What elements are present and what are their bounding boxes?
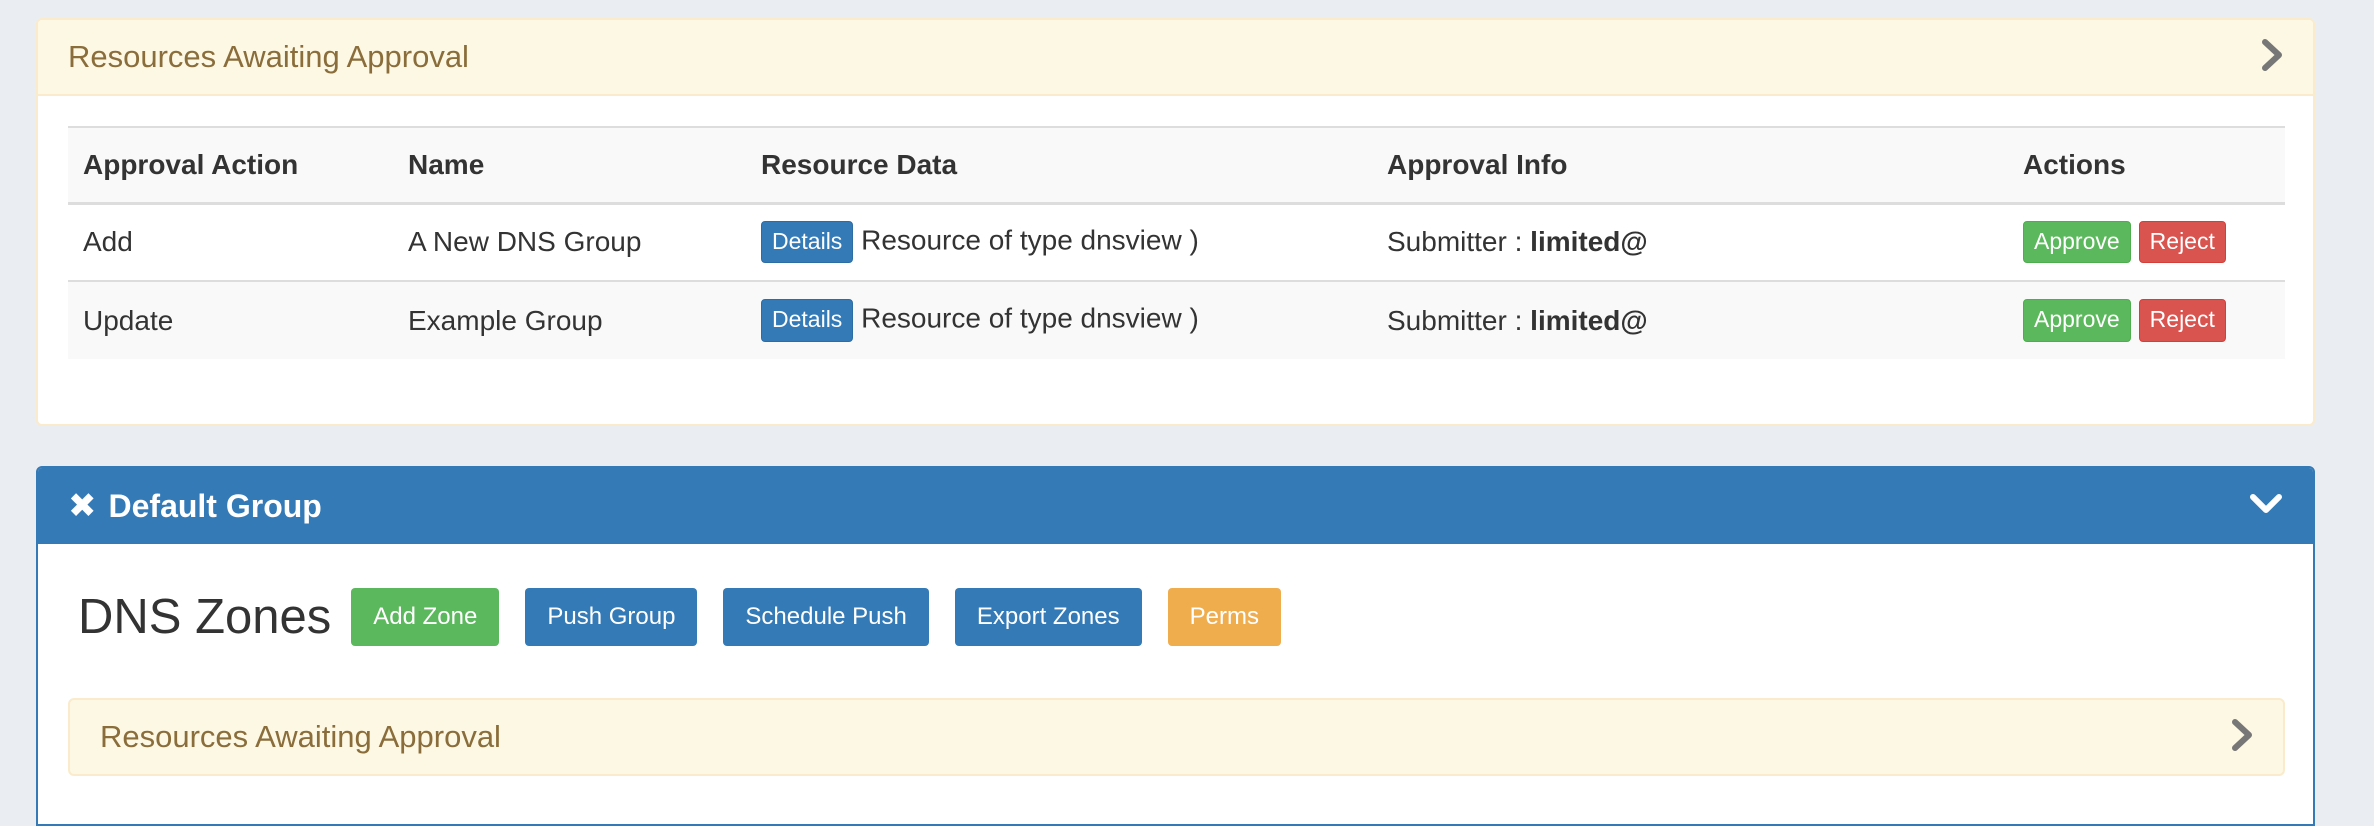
approval-panel: Resources Awaiting Approval Approval Act… (36, 18, 2315, 426)
chevron-right-icon[interactable] (2261, 38, 2283, 76)
chevron-right-icon[interactable] (2231, 718, 2253, 756)
table-row: Add A New DNS Group Details Resource of … (68, 203, 2285, 282)
approval-panel-title: Resources Awaiting Approval (68, 39, 469, 74)
inner-approval-panel-title: Resources Awaiting Approval (100, 719, 501, 754)
submitter-value: limited@ (1530, 304, 1648, 336)
dns-zones-toolbar: DNS Zones Add Zone Push Group Schedule P… (78, 588, 1307, 646)
add-zone-button[interactable]: Add Zone (351, 588, 500, 646)
row-name: Example Group (393, 281, 746, 359)
row-approval-info: Submitter : limited@ (1372, 281, 2008, 359)
approve-button[interactable]: Approve (2023, 299, 2131, 342)
approval-table: Approval Action Name Resource Data Appro… (68, 126, 2285, 359)
default-group-title: ✖ Default Group (68, 486, 322, 526)
submitter-label: Submitter : (1387, 304, 1523, 336)
row-action: Add (68, 203, 393, 282)
resource-data-text: Resource of type dnsview ) (861, 302, 1199, 334)
col-name: Name (393, 126, 746, 205)
details-button[interactable]: Details (761, 299, 854, 342)
col-approval-info: Approval Info (1372, 126, 2008, 205)
submitter-value: limited@ (1530, 226, 1648, 258)
default-group-panel: ✖ Default Group DNS Zones Add Zone Push … (36, 466, 2315, 826)
reject-button[interactable]: Reject (2138, 299, 2226, 342)
schedule-push-button[interactable]: Schedule Push (723, 588, 929, 646)
perms-button[interactable]: Perms (1167, 588, 1281, 646)
close-icon[interactable]: ✖ (68, 486, 97, 526)
table-row: Update Example Group Details Resource of… (68, 281, 2285, 359)
row-actions: Approve Reject (2008, 203, 2285, 282)
col-approval-action: Approval Action (68, 126, 393, 205)
push-group-button[interactable]: Push Group (525, 588, 698, 646)
inner-approval-panel-header[interactable]: Resources Awaiting Approval (68, 698, 2285, 776)
export-zones-button[interactable]: Export Zones (954, 588, 1142, 646)
row-name: A New DNS Group (393, 203, 746, 282)
reject-button[interactable]: Reject (2138, 221, 2226, 264)
dns-zones-title: DNS Zones (78, 590, 332, 644)
row-resource-data: Details Resource of type dnsview ) (746, 203, 1372, 282)
default-group-title-text: Default Group (108, 487, 322, 524)
row-resource-data: Details Resource of type dnsview ) (746, 281, 1372, 359)
table-header-row: Approval Action Name Resource Data Appro… (68, 126, 2285, 205)
row-approval-info: Submitter : limited@ (1372, 203, 2008, 282)
chevron-down-icon[interactable] (2249, 492, 2283, 521)
approve-button[interactable]: Approve (2023, 221, 2131, 264)
approval-panel-header[interactable]: Resources Awaiting Approval (38, 20, 2313, 96)
details-button[interactable]: Details (761, 221, 854, 264)
row-actions: Approve Reject (2008, 281, 2285, 359)
row-action: Update (68, 281, 393, 359)
submitter-label: Submitter : (1387, 226, 1523, 258)
default-group-header[interactable]: ✖ Default Group (38, 468, 2313, 544)
col-actions: Actions (2008, 126, 2285, 205)
col-resource-data: Resource Data (746, 126, 1372, 205)
approval-table-wrapper: Approval Action Name Resource Data Appro… (68, 126, 2285, 359)
resource-data-text: Resource of type dnsview ) (861, 224, 1199, 256)
